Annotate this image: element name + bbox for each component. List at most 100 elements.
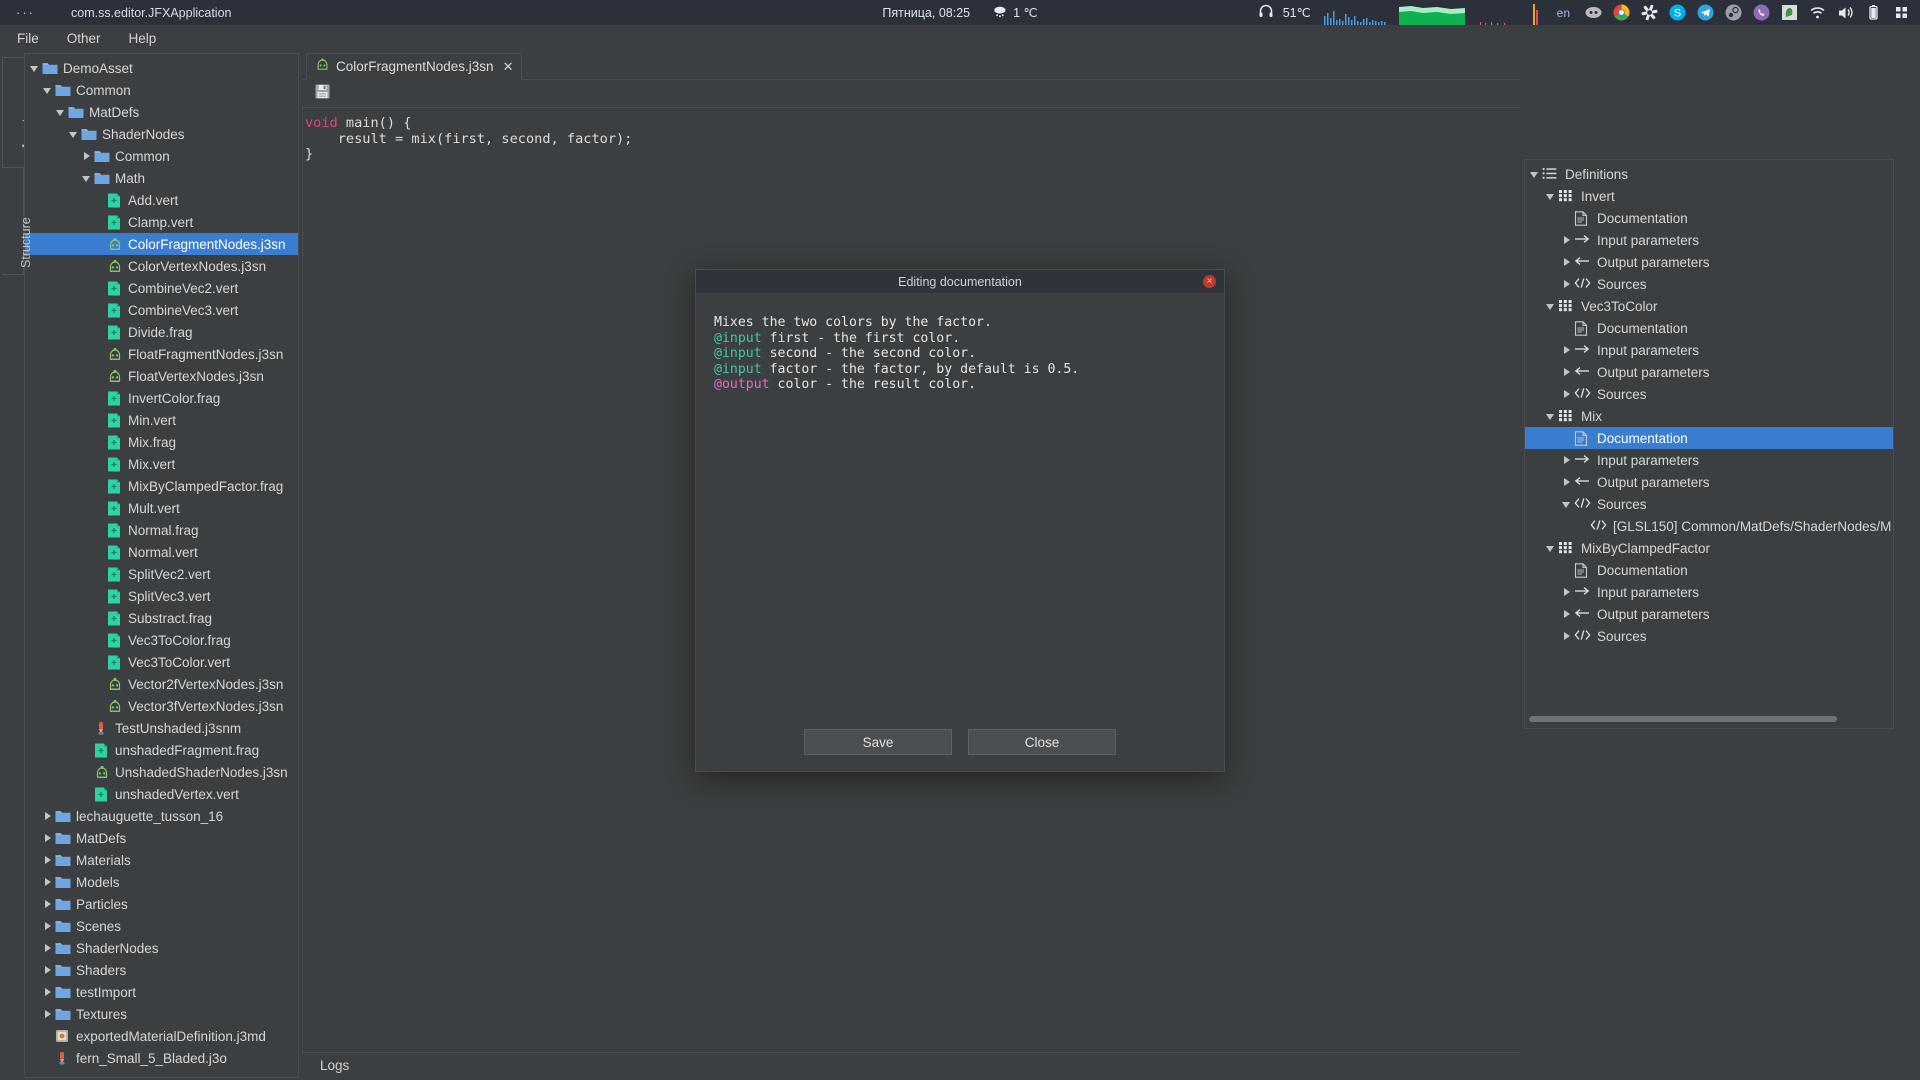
chevron-right-icon[interactable] [1561,630,1574,643]
structure-tree-row[interactable]: [GLSL150] Common/MatDefs/ShaderNodes/M [1525,515,1893,537]
asset-tree-row[interactable]: Vec3ToColor.vert [25,651,298,673]
chevron-right-icon[interactable] [1561,344,1574,357]
clock[interactable]: Пятница, 08:25 [882,6,970,20]
chevron-right-icon[interactable] [42,1008,55,1021]
structure-tree-row[interactable]: Documentation [1525,207,1893,229]
menu-item-other[interactable]: Other [56,28,112,49]
asset-tree-row[interactable]: Vector3fVertexNodes.j3sn [25,695,298,717]
chevron-down-icon[interactable] [1545,410,1558,423]
asset-tree-row[interactable]: Materials [25,849,298,871]
close-button[interactable]: Close [968,729,1116,755]
structure-tree-row[interactable]: Output parameters [1525,603,1893,625]
chevron-down-icon[interactable] [42,84,55,97]
asset-tree-row[interactable]: SplitVec3.vert [25,585,298,607]
asset-tree-row[interactable]: ShaderNodes [25,937,298,959]
structure-tree-row[interactable]: Input parameters [1525,449,1893,471]
asset-tree-row[interactable]: DemoAsset [25,57,298,79]
tab-asset[interactable]: Asset [2,57,24,169]
structure-tree-row[interactable]: Documentation [1525,317,1893,339]
chevron-right-icon[interactable] [42,854,55,867]
asset-tree-row[interactable]: UnshadedShaderNodes.j3sn [25,761,298,783]
chevron-right-icon[interactable] [1561,586,1574,599]
tab-structure[interactable]: Structure [2,167,24,275]
asset-tree-row[interactable]: Clamp.vert [25,211,298,233]
chevron-right-icon[interactable] [42,920,55,933]
dialog-body[interactable]: Mixes the two colors by the factor.@inpu… [696,293,1224,713]
chevron-right-icon[interactable] [1561,256,1574,269]
chevron-down-icon[interactable] [68,128,81,141]
structure-tree-row[interactable]: Output parameters [1525,471,1893,493]
gear-icon[interactable] [1641,4,1658,21]
asset-tree-row[interactable]: SplitVec2.vert [25,563,298,585]
chevron-right-icon[interactable] [1561,366,1574,379]
chevron-right-icon[interactable] [81,150,94,163]
chevron-right-icon[interactable] [1561,388,1574,401]
structure-tree-row[interactable]: Mix [1525,405,1893,427]
asset-tree-row[interactable]: CombineVec2.vert [25,277,298,299]
chevron-down-icon[interactable] [1561,498,1574,511]
asset-tree-row[interactable]: exportedMaterialDefinition.j3md [25,1025,298,1047]
structure-tree-row[interactable]: Sources [1525,493,1893,515]
chevron-down-icon[interactable] [1545,300,1558,313]
asset-tree-row[interactable]: FloatVertexNodes.j3sn [25,365,298,387]
asset-tree-row[interactable]: MatDefs [25,827,298,849]
keyboard-language-indicator[interactable]: en [1557,6,1570,20]
asset-tree-row[interactable]: MatDefs [25,101,298,123]
headphone-temp-widget[interactable]: 51℃ [1258,3,1311,22]
structure-tree-row[interactable]: Invert [1525,185,1893,207]
asset-tree-row[interactable]: unshadedVertex.vert [25,783,298,805]
chevron-right-icon[interactable] [42,964,55,977]
apps-grid-icon[interactable] [1893,4,1910,21]
asset-tree-row[interactable]: testImport [25,981,298,1003]
structure-tree-row[interactable]: Documentation [1525,427,1893,449]
asset-tree-row[interactable]: fern_Small_5_Bladed.j3o [25,1047,298,1069]
asset-tree-row[interactable]: Common [25,145,298,167]
chevron-right-icon[interactable] [1561,278,1574,291]
memory-graph-widget[interactable] [1399,0,1465,25]
chevron-right-icon[interactable] [42,876,55,889]
asset-tree-row[interactable]: Vector2fVertexNodes.j3sn [25,673,298,695]
asset-tree-row[interactable]: ColorVertexNodes.j3sn [25,255,298,277]
chevron-down-icon[interactable] [55,106,68,119]
structure-tree-row[interactable]: Input parameters [1525,581,1893,603]
menu-item-help[interactable]: Help [118,28,168,49]
asset-tree-row[interactable]: CombineVec3.vert [25,299,298,321]
close-icon[interactable]: ✕ [503,59,514,75]
save-button[interactable]: Save [804,729,952,755]
asset-tree-row[interactable]: TestUnshaded.j3snm [25,717,298,739]
chevron-right-icon[interactable] [1561,454,1574,467]
asset-tree-row[interactable]: Mix.vert [25,453,298,475]
discord-icon[interactable] [1585,4,1602,21]
asset-tree-row[interactable]: Min.vert [25,409,298,431]
asset-tree-row[interactable]: Mult.vert [25,497,298,519]
asset-tree-row[interactable]: Textures [25,1003,298,1025]
chevron-down-icon[interactable] [1545,542,1558,555]
gimp-icon[interactable] [1781,4,1798,21]
asset-tree-row[interactable]: unshadedFragment.frag [25,739,298,761]
asset-tree-row[interactable]: ShaderNodes [25,123,298,145]
structure-tree-row[interactable]: Vec3ToColor [1525,295,1893,317]
weather-widget[interactable]: 1 ℃ [992,4,1037,22]
chrome-icon[interactable] [1613,4,1630,21]
structure-tree-row[interactable]: Input parameters [1525,229,1893,251]
asset-tree-row[interactable]: Models [25,871,298,893]
chevron-right-icon[interactable] [42,942,55,955]
structure-tree-row[interactable]: Sources [1525,625,1893,647]
structure-tree-row[interactable]: Documentation [1525,559,1893,581]
cpu-graph-widget[interactable] [1322,0,1388,25]
menu-item-file[interactable]: File [6,28,50,49]
window-menu-dots[interactable]: ··· [16,5,35,20]
asset-tree-row[interactable]: Normal.vert [25,541,298,563]
structure-tree-row[interactable]: Sources [1525,383,1893,405]
volume-icon[interactable] [1837,4,1854,21]
asset-tree-row[interactable]: Substract.frag [25,607,298,629]
structure-tree-row[interactable]: Input parameters [1525,339,1893,361]
chevron-right-icon[interactable] [42,810,55,823]
chevron-right-icon[interactable] [42,832,55,845]
viber-icon[interactable] [1753,4,1770,21]
chevron-right-icon[interactable] [1561,476,1574,489]
chevron-right-icon[interactable] [42,986,55,999]
asset-tree-panel[interactable]: DemoAssetCommonMatDefsShaderNodesCommonM… [24,53,299,1078]
telegram-icon[interactable] [1697,4,1714,21]
asset-tree-row[interactable]: Normal.frag [25,519,298,541]
